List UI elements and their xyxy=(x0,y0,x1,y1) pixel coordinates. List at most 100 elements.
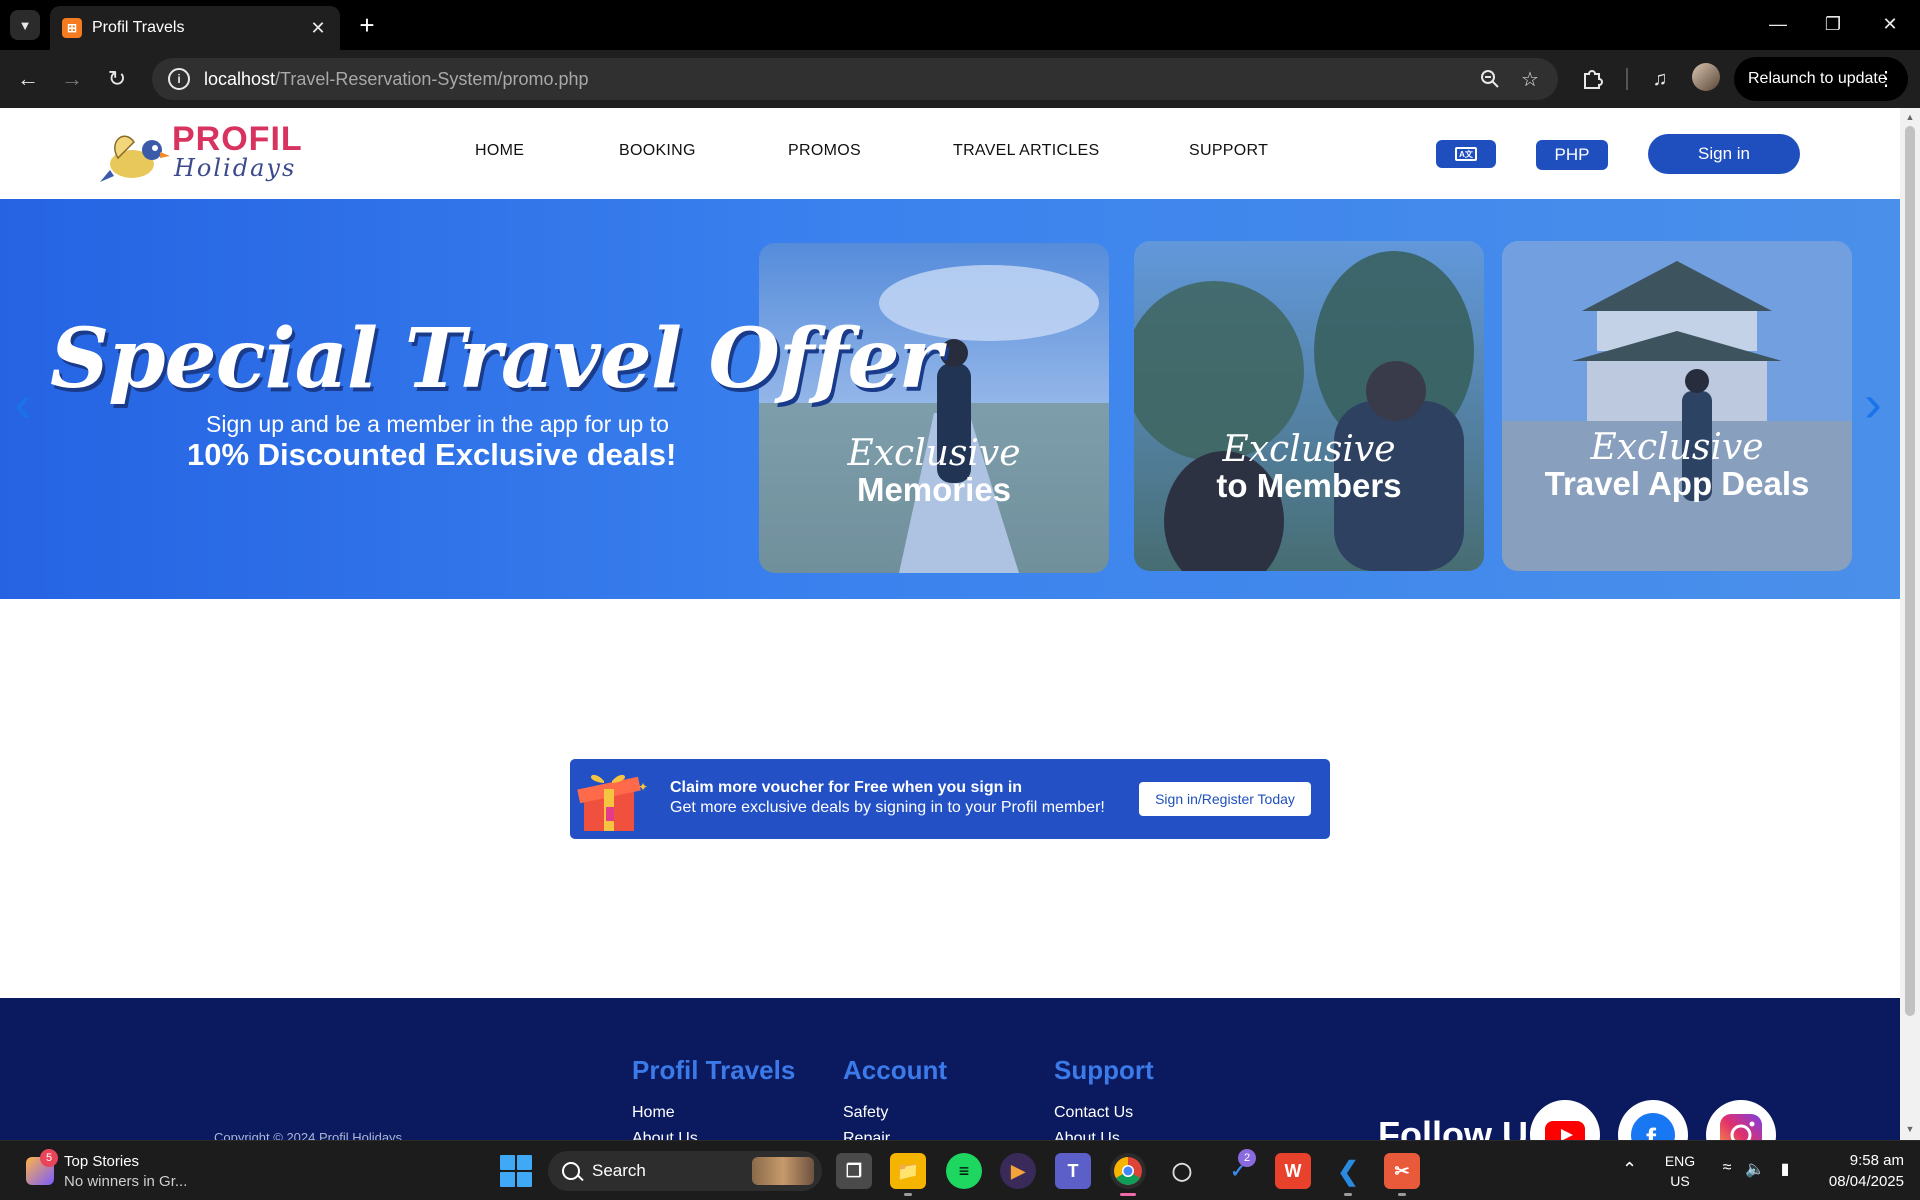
file-explorer-running-indicator xyxy=(904,1193,912,1196)
hero-card-members[interactable]: Exclusive to Members xyxy=(1134,241,1484,571)
footer-link-about-us-support[interactable]: About Us xyxy=(1054,1130,1120,1140)
site-info-icon[interactable]: i xyxy=(168,68,190,90)
nav-promos[interactable]: PROMOS xyxy=(788,142,861,160)
snipping-tool-icon[interactable]: ✂ xyxy=(1384,1153,1420,1189)
minimize-icon[interactable]: — xyxy=(1758,8,1798,40)
page-scrollbar[interactable]: ▲ ▼ xyxy=(1900,108,1920,1140)
footer-heading-support: Support xyxy=(1054,1055,1154,1085)
footer-link-repair[interactable]: Repair xyxy=(843,1130,890,1140)
svg-text:f: f xyxy=(1646,1123,1657,1140)
wifi-icon[interactable]: ≈ xyxy=(1716,1159,1738,1177)
page-viewport: PROFIL Holidays HOME BOOKING PROMOS TRAV… xyxy=(0,108,1900,1140)
todo-badge: 2 xyxy=(1238,1149,1256,1167)
volume-icon[interactable]: 🔈 xyxy=(1744,1159,1766,1179)
hero-card-memories[interactable]: Exclusive Memories xyxy=(759,243,1109,573)
extensions-puzzle-icon[interactable] xyxy=(1578,65,1606,93)
carousel-prev-icon[interactable]: ‹ xyxy=(6,378,40,430)
card-title-travel-app-deals: Travel App Deals xyxy=(1544,465,1810,502)
restore-icon[interactable]: ❐ xyxy=(1813,8,1853,40)
lang-line2: US xyxy=(1670,1173,1690,1189)
file-explorer-icon[interactable]: 📁 xyxy=(890,1153,926,1189)
url-path: /Travel-Reservation-System/promo.php xyxy=(275,68,589,89)
sign-in-button[interactable]: Sign in xyxy=(1648,134,1800,174)
youtube-icon[interactable] xyxy=(1530,1100,1600,1140)
toolbar-divider xyxy=(1626,68,1628,90)
footer-link-safety[interactable]: Safety xyxy=(843,1104,888,1122)
chrome-icon[interactable] xyxy=(1110,1153,1146,1189)
input-language-indicator[interactable]: ENG US xyxy=(1660,1151,1700,1191)
teams-icon[interactable]: T xyxy=(1055,1153,1091,1189)
instagram-icon[interactable] xyxy=(1706,1100,1776,1140)
tray-overflow-chevron-icon[interactable]: ⌃ xyxy=(1622,1159,1637,1180)
window-close-icon[interactable]: ✕ xyxy=(1870,8,1910,40)
forward-arrow-icon[interactable]: → xyxy=(56,63,88,95)
address-bar[interactable]: i localhost/Travel-Reservation-System/pr… xyxy=(152,58,1558,100)
news-widget[interactable]: 5 Top Stories No winners in Gr... xyxy=(22,1149,222,1193)
footer-link-contact-us[interactable]: Contact Us xyxy=(1054,1104,1133,1122)
currency-button[interactable]: PHP xyxy=(1536,140,1608,170)
scroll-up-icon[interactable]: ▲ xyxy=(1904,112,1916,124)
nav-travel-articles[interactable]: TRAVEL ARTICLES xyxy=(953,142,1099,160)
windows-taskbar: 5 Top Stories No winners in Gr... Search… xyxy=(0,1140,1920,1200)
relaunch-to-update-button[interactable]: Relaunch to update ⋮ xyxy=(1734,57,1908,101)
card-exclusive-label: Exclusive xyxy=(1222,429,1396,470)
language-translate-button[interactable]: A文 xyxy=(1436,140,1496,168)
svg-text:✦: ✦ xyxy=(638,780,648,794)
main-navigation: HOME BOOKING PROMOS TRAVEL ARTICLES SUPP… xyxy=(0,108,1900,199)
promo-hero-carousel: ‹ Exclusive Memories Exclusive to Member… xyxy=(0,199,1900,599)
nav-support[interactable]: SUPPORT xyxy=(1189,142,1268,160)
promo-description: Get more exclusive deals by signing in t… xyxy=(670,799,1105,816)
footer-heading-profil-travels: Profil Travels xyxy=(632,1055,796,1085)
scroll-down-icon[interactable]: ▼ xyxy=(1904,1124,1916,1136)
sign-in-register-button[interactable]: Sign in/Register Today xyxy=(1139,782,1311,816)
photo-garden-path-image xyxy=(759,243,1109,573)
photo-people-trees-image xyxy=(1134,241,1484,571)
taskbar-search-box[interactable]: Search xyxy=(548,1151,822,1191)
footer-link-about-us[interactable]: About Us xyxy=(632,1130,698,1140)
news-headline: No winners in Gr... xyxy=(64,1173,188,1190)
spotify-icon[interactable]: ≡ xyxy=(946,1153,982,1189)
bookmark-star-icon[interactable]: ☆ xyxy=(1518,67,1542,91)
tab-search-chevron-icon[interactable]: ▼ xyxy=(10,10,40,40)
footer-heading-account: Account xyxy=(843,1055,947,1085)
reload-icon[interactable]: ↻ xyxy=(101,63,133,95)
hero-subtitle: Sign up and be a member in the app for u… xyxy=(206,411,669,437)
search-highlight-image xyxy=(752,1157,814,1185)
task-view-icon[interactable]: ❐ xyxy=(836,1153,872,1189)
follow-us-heading: Follow Us xyxy=(1378,1114,1548,1140)
profile-avatar[interactable] xyxy=(1692,63,1720,91)
carousel-next-icon[interactable]: › xyxy=(1856,378,1890,430)
card-title-memories: Memories xyxy=(856,471,1012,508)
media-queue-icon[interactable]: ♫ xyxy=(1646,65,1674,93)
media-player-icon[interactable]: ▶ xyxy=(1000,1153,1036,1189)
nav-home[interactable]: HOME xyxy=(475,142,524,160)
more-menu-icon: ⋮ xyxy=(1876,68,1896,90)
wps-office-icon[interactable]: W xyxy=(1275,1153,1311,1189)
new-tab-plus-icon[interactable]: + xyxy=(352,10,382,40)
browser-tab[interactable]: ⊞ Profil Travels ✕ xyxy=(50,6,340,50)
snipping-tool-running-indicator xyxy=(1398,1193,1406,1196)
news-badge: 5 xyxy=(40,1149,58,1167)
vscode-running-indicator xyxy=(1344,1193,1352,1196)
clock-date: 08/04/2025 xyxy=(1828,1173,1904,1190)
relaunch-label: Relaunch to update xyxy=(1748,70,1887,87)
zoom-icon[interactable] xyxy=(1478,67,1502,91)
tab-title: Profil Travels xyxy=(92,19,185,36)
battery-icon[interactable]: ▮ xyxy=(1774,1159,1796,1179)
browser-toolbar: ← → ↻ i localhost/Travel-Reservation-Sys… xyxy=(0,50,1920,108)
tab-close-icon[interactable]: ✕ xyxy=(308,18,328,39)
hero-card-app-deals[interactable]: Exclusive Travel App Deals xyxy=(1502,241,1852,571)
photo-japanese-castle-image xyxy=(1502,241,1852,571)
facebook-icon[interactable]: f xyxy=(1618,1100,1688,1140)
taskbar-search-label: Search xyxy=(592,1161,646,1180)
card-exclusive-label: Exclusive xyxy=(847,433,1021,474)
back-arrow-icon[interactable]: ← xyxy=(12,63,44,95)
nav-booking[interactable]: BOOKING xyxy=(619,142,696,160)
footer-link-home[interactable]: Home xyxy=(632,1104,675,1122)
vscode-icon[interactable]: ❮ xyxy=(1330,1153,1366,1189)
windows-start-icon[interactable] xyxy=(500,1155,532,1187)
scrollbar-thumb[interactable] xyxy=(1905,126,1915,1016)
system-clock[interactable]: 9:58 am 08/04/2025 xyxy=(1808,1150,1904,1192)
news-title: Top Stories xyxy=(64,1153,140,1170)
obs-icon[interactable]: ◯ xyxy=(1164,1153,1200,1189)
